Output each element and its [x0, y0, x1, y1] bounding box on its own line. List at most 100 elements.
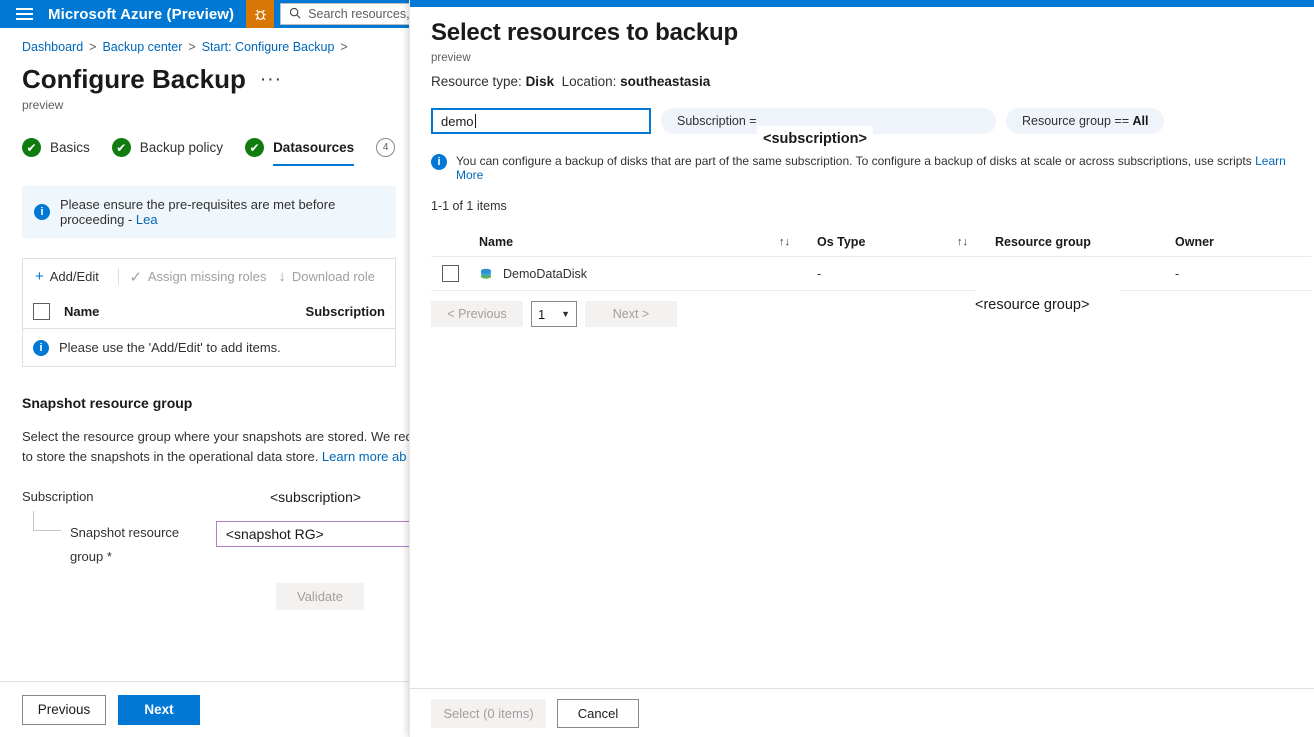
- snapshot-subscription-label: Subscription: [22, 489, 270, 504]
- column-header-os-type[interactable]: Os Type: [817, 235, 957, 249]
- snapshot-desc-line2: to store the snapshots in the operationa…: [22, 449, 322, 464]
- snapshot-resource-group-row: Snapshot resource group * <snapshot RG>: [0, 521, 418, 569]
- snapshot-section-heading: Snapshot resource group: [22, 395, 418, 411]
- page-title: Configure Backup ···: [0, 54, 418, 95]
- subscription-filter-value: <subscription>: [757, 126, 873, 152]
- text-caret: [475, 114, 476, 128]
- page-more-menu-icon[interactable]: ···: [260, 69, 282, 91]
- info-icon: i: [33, 340, 49, 356]
- resource-group-filter-pill[interactable]: Resource group == All: [1006, 108, 1164, 134]
- azure-brand-title[interactable]: Microsoft Azure (Preview): [48, 6, 246, 23]
- snapshot-learn-more-link[interactable]: Learn more ab: [322, 449, 407, 464]
- breadcrumb-item-backup-center[interactable]: Backup center: [102, 40, 182, 54]
- breadcrumb-item-dashboard[interactable]: Dashboard: [22, 40, 83, 54]
- prerequisites-info-banner: i Please ensure the pre-requisites are m…: [22, 186, 396, 238]
- datasources-grid-header: Name Subscription: [23, 294, 395, 328]
- cell-os-type: -: [817, 267, 957, 281]
- wizard-step-label: Backup policy: [140, 140, 223, 155]
- next-button[interactable]: Next: [118, 695, 200, 725]
- breadcrumb-sep: >: [340, 40, 347, 54]
- select-all-checkbox[interactable]: [33, 303, 50, 320]
- column-header-name[interactable]: Name: [64, 304, 306, 319]
- row-checkbox-cell[interactable]: [431, 265, 479, 282]
- resource-type-label: Resource type:: [431, 74, 522, 89]
- snapshot-section-description: Select the resource group where your sna…: [22, 427, 418, 467]
- snapshot-subscription-row: Subscription <subscription>: [0, 489, 418, 505]
- cell-name: DemoDataDisk: [479, 267, 779, 281]
- validate-button[interactable]: Validate: [276, 583, 364, 610]
- subscription-filter-label: Subscription =: [677, 114, 757, 128]
- check-icon: ✓: [129, 268, 142, 286]
- wizard-footer: Previous Next: [0, 681, 418, 737]
- table-row[interactable]: DemoDataDisk - -: [431, 257, 1311, 291]
- pagination-page-select[interactable]: 1 ▼: [531, 301, 577, 327]
- banner-text: Please ensure the pre-requisites are met…: [60, 197, 384, 227]
- cell-resource-group-value: <resource group>: [975, 287, 1121, 323]
- datasources-empty-message: i Please use the 'Add/Edit' to add items…: [23, 328, 395, 366]
- location-label: Location:: [562, 74, 617, 89]
- step-number-badge: 4: [376, 138, 395, 157]
- select-items-button[interactable]: Select (0 items): [431, 699, 546, 728]
- wizard-step-basics[interactable]: ✔ Basics: [22, 138, 90, 166]
- chevron-down-icon: ▼: [561, 309, 570, 319]
- info-icon: i: [34, 204, 50, 220]
- snapshot-desc-line1: Select the resource group where your sna…: [22, 429, 412, 444]
- breadcrumb: Dashboard > Backup center > Start: Configure…: [0, 28, 418, 54]
- sort-name-icon[interactable]: ↑↓: [779, 236, 817, 248]
- download-arrow-icon: ↓: [278, 268, 286, 285]
- column-header-subscription[interactable]: Subscription: [306, 304, 385, 319]
- resource-group-filter-value: All: [1133, 114, 1149, 128]
- wizard-steps: ✔ Basics ✔ Backup policy ✔ Datasources 4: [22, 138, 418, 166]
- breadcrumb-sep: >: [89, 40, 96, 54]
- empty-message-text: Please use the 'Add/Edit' to add items.: [59, 340, 281, 355]
- resource-search-input[interactable]: demo: [431, 108, 651, 134]
- global-menu-hamburger-icon[interactable]: [0, 0, 48, 28]
- resource-search-value: demo: [441, 114, 474, 129]
- blade-info-text: You can configure a backup of disks that…: [456, 154, 1306, 182]
- column-header-name[interactable]: Name: [479, 235, 779, 249]
- page-preview-label: preview: [0, 95, 418, 112]
- select-resources-blade: Select resources to backup preview Resou…: [409, 0, 1314, 737]
- previous-button[interactable]: Previous: [22, 695, 106, 725]
- add-edit-button[interactable]: + Add/Edit: [33, 268, 109, 285]
- blade-preview-label: preview: [431, 52, 1314, 64]
- wizard-step-label: Datasources: [273, 140, 354, 155]
- sort-os-type-icon[interactable]: ↑↓: [957, 236, 995, 248]
- resources-table-header: Name ↑↓ Os Type ↑↓ Resource group Owner: [431, 227, 1311, 257]
- blade-title: Select resources to backup: [431, 19, 1314, 47]
- check-icon: ✔: [245, 138, 264, 157]
- breadcrumb-sep: >: [188, 40, 195, 54]
- pagination-previous-button[interactable]: < Previous: [431, 301, 523, 327]
- add-edit-label: Add/Edit: [50, 269, 99, 284]
- tree-connector-line: [33, 511, 61, 531]
- search-icon: [289, 7, 301, 22]
- cell-name-text: DemoDataDisk: [503, 267, 587, 281]
- wizard-step-datasources[interactable]: ✔ Datasources: [245, 138, 354, 166]
- snapshot-rg-input[interactable]: <snapshot RG>: [216, 521, 418, 547]
- wizard-step-4[interactable]: 4: [376, 138, 395, 166]
- pagination-page-value: 1: [538, 307, 545, 322]
- resources-table: Name ↑↓ Os Type ↑↓ Resource group Owner: [431, 227, 1311, 291]
- pagination-next-button[interactable]: Next >: [585, 301, 677, 327]
- wizard-step-backup-policy[interactable]: ✔ Backup policy: [112, 138, 223, 166]
- table-pagination: < Previous 1 ▼ Next >: [431, 301, 1314, 327]
- blade-footer: Select (0 items) Cancel: [410, 688, 1314, 737]
- column-header-owner[interactable]: Owner: [1175, 235, 1314, 249]
- row-checkbox[interactable]: [442, 265, 459, 282]
- download-role-label: Download role: [292, 269, 375, 284]
- assign-roles-label: Assign missing roles: [148, 269, 267, 284]
- breadcrumb-item-start-configure-backup[interactable]: Start: Configure Backup: [202, 40, 335, 54]
- banner-learn-more-link[interactable]: Lea: [136, 212, 158, 227]
- column-header-resource-group[interactable]: Resource group: [995, 235, 1175, 249]
- check-icon: ✔: [22, 138, 41, 157]
- blade-top-accent-strip: [410, 0, 1314, 7]
- location-value: southeastasia: [620, 74, 710, 89]
- managed-disk-icon: [479, 267, 493, 281]
- blade-content: Select resources to backup preview Resou…: [410, 7, 1314, 688]
- assign-missing-roles-button[interactable]: ✓ Assign missing roles: [127, 268, 276, 286]
- bug-icon[interactable]: [246, 0, 274, 28]
- download-role-button[interactable]: ↓ Download role: [276, 268, 385, 285]
- cancel-button[interactable]: Cancel: [557, 699, 639, 728]
- resource-type-value: Disk: [526, 74, 555, 89]
- info-icon: i: [431, 154, 447, 170]
